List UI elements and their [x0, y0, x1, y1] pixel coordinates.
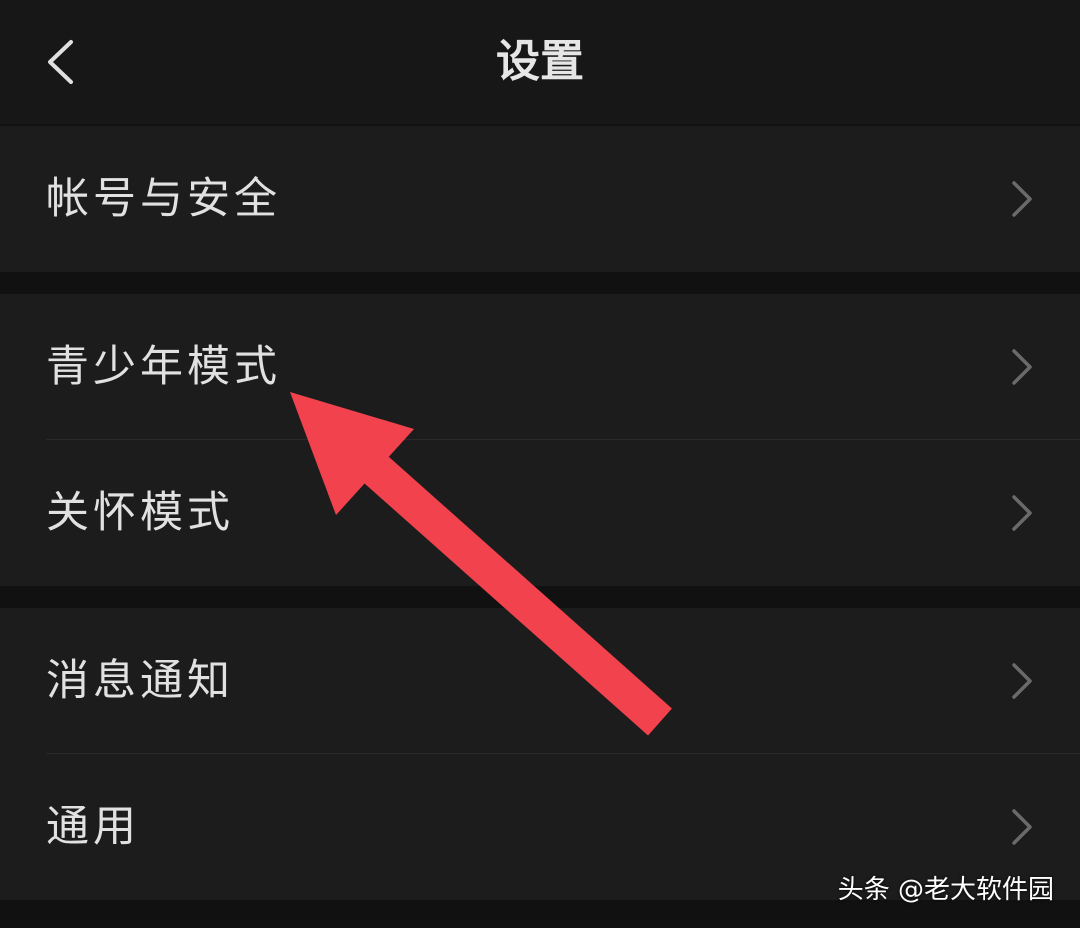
settings-item-teen-mode[interactable]: 青少年模式: [0, 294, 1080, 440]
chevron-right-icon: [1012, 181, 1032, 217]
page-title: 设置: [496, 36, 584, 87]
settings-item-label: 消息通知: [46, 656, 234, 706]
settings-item-label: 帐号与安全: [46, 174, 281, 224]
chevron-right-icon: [1012, 349, 1032, 385]
settings-group-account: 帐号与安全: [0, 126, 1080, 272]
chevron-right-icon: [1012, 495, 1032, 531]
top-bar: 设置: [0, 0, 1080, 124]
settings-group-general: 消息通知 通用: [0, 608, 1080, 900]
chevron-right-icon: [1012, 663, 1032, 699]
settings-item-label: 关怀模式: [46, 488, 234, 538]
chevron-left-icon: [48, 40, 73, 84]
settings-item-notifications[interactable]: 消息通知: [0, 608, 1080, 754]
back-button[interactable]: [36, 34, 84, 90]
settings-item-general[interactable]: 通用: [0, 754, 1080, 900]
settings-item-label: 通用: [46, 802, 140, 852]
settings-group-modes: 青少年模式 关怀模式: [0, 294, 1080, 586]
settings-item-account-security[interactable]: 帐号与安全: [0, 126, 1080, 272]
settings-item-label: 青少年模式: [46, 342, 281, 392]
chevron-right-icon: [1012, 809, 1032, 845]
settings-item-care-mode[interactable]: 关怀模式: [0, 440, 1080, 586]
